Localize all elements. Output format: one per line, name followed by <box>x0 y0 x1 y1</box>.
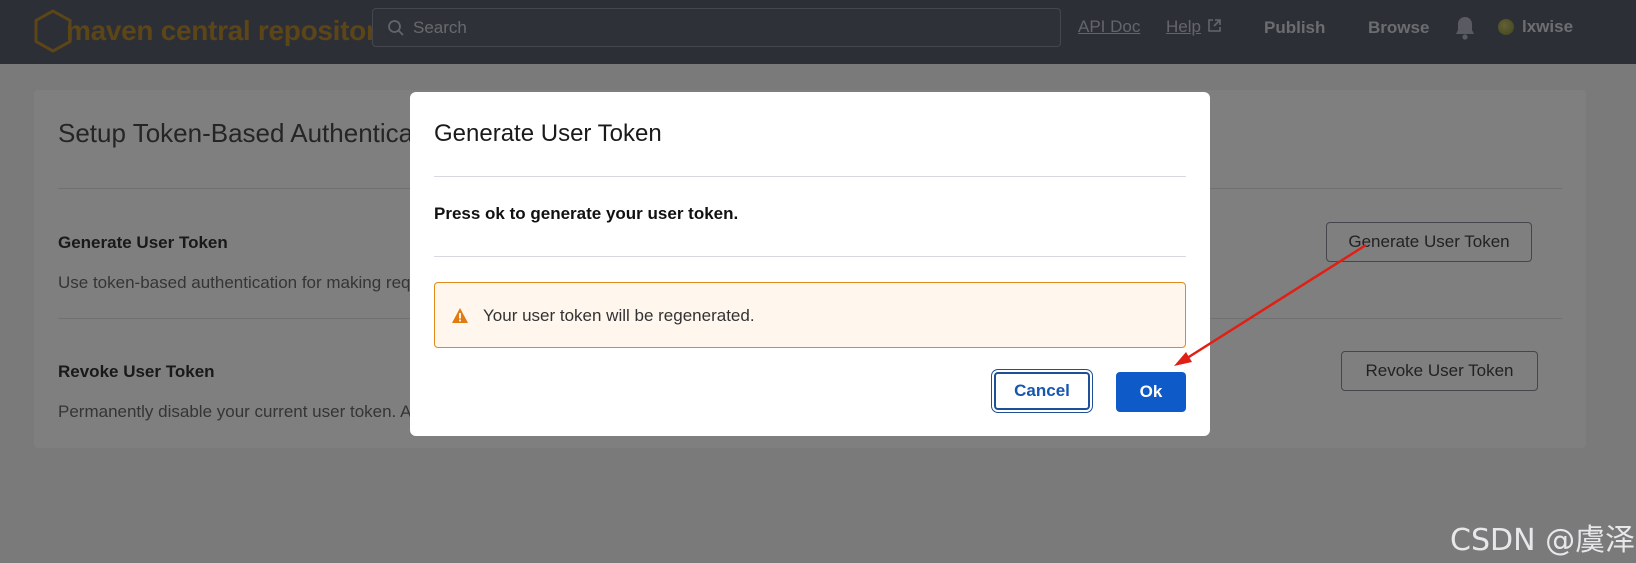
warning-icon <box>452 308 468 323</box>
warning-alert: Your user token will be regenerated. <box>434 282 1186 348</box>
dialog-title: Generate User Token <box>434 120 662 147</box>
dialog-divider <box>434 256 1186 257</box>
warning-text: Your user token will be regenerated. <box>483 306 755 325</box>
dialog-divider <box>434 176 1186 177</box>
watermark: CSDN @虞泽 <box>1450 523 1636 558</box>
cancel-button[interactable]: Cancel <box>994 372 1090 410</box>
generate-token-dialog: Generate User Token Press ok to generate… <box>410 92 1210 436</box>
dialog-message: Press ok to generate your user token. <box>434 204 739 223</box>
ok-button[interactable]: Ok <box>1116 372 1186 412</box>
